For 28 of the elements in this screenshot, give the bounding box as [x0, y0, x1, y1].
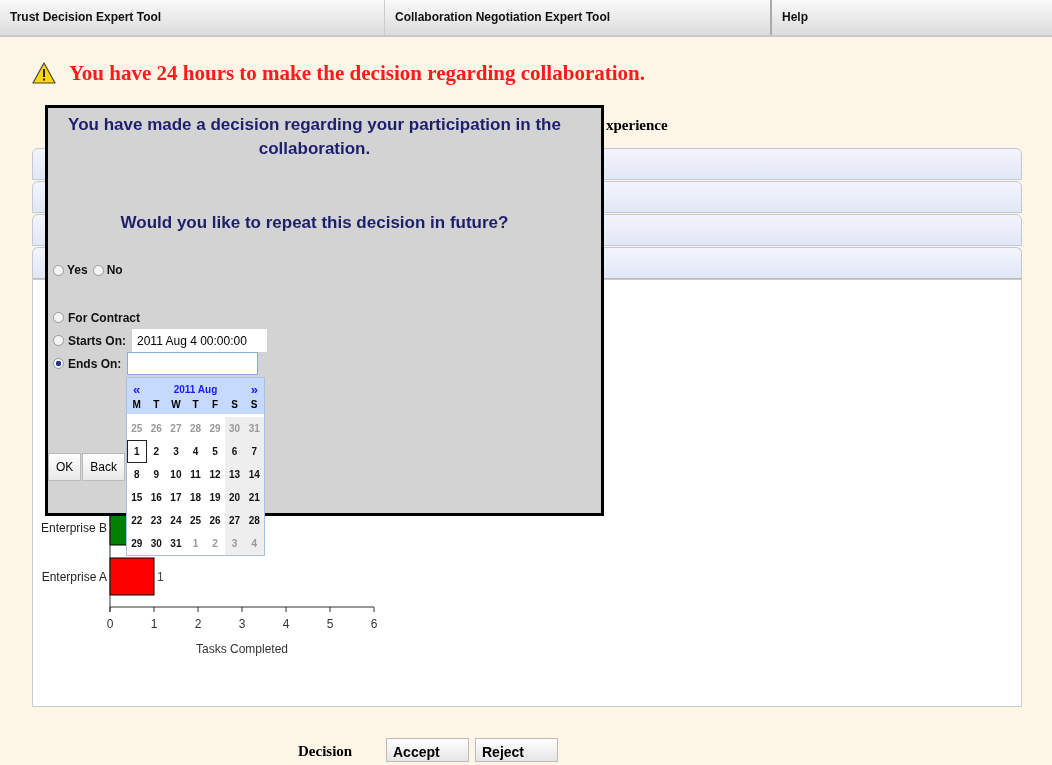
tick-label: 0	[106, 617, 114, 631]
tick-label: 2	[194, 617, 202, 631]
weekday-label: W	[170, 399, 182, 410]
weekday-label: F	[211, 399, 220, 410]
category-label: Enterprise A	[41, 569, 107, 584]
radio-label: For Contract	[68, 310, 140, 325]
tick-label: 6	[370, 617, 378, 631]
radio-label: No	[106, 263, 123, 277]
tick-label: 1	[150, 617, 158, 631]
radio-label: Ends On:	[68, 356, 122, 371]
warning-message: You have 24 hours to make the decision regarding collaboration.	[69, 60, 645, 86]
weekday-label: S	[249, 399, 259, 410]
dialog-question: Would you like to repeat this decision in future?	[119, 213, 510, 233]
tick-label: 3	[238, 617, 246, 631]
tick-label: 5	[326, 617, 334, 631]
weekday-label: S	[230, 399, 239, 410]
dialog-message: You have made a decision regarding your participation in the collaboration.	[67, 114, 562, 160]
category-label: Enterprise B	[40, 521, 107, 535]
section-heading: xperience	[606, 117, 668, 133]
weekday-label: M	[131, 399, 142, 410]
axis-title: Tasks Completed	[196, 642, 288, 656]
weekday-label: T	[152, 399, 161, 410]
radio-label: Yes	[67, 263, 88, 277]
bar-value-label: 1	[157, 569, 164, 584]
radio-label: Starts On:	[68, 333, 126, 348]
weekday-label: T	[191, 399, 200, 410]
decision-label: Decision	[298, 743, 354, 760]
tick-label: 4	[282, 617, 290, 631]
